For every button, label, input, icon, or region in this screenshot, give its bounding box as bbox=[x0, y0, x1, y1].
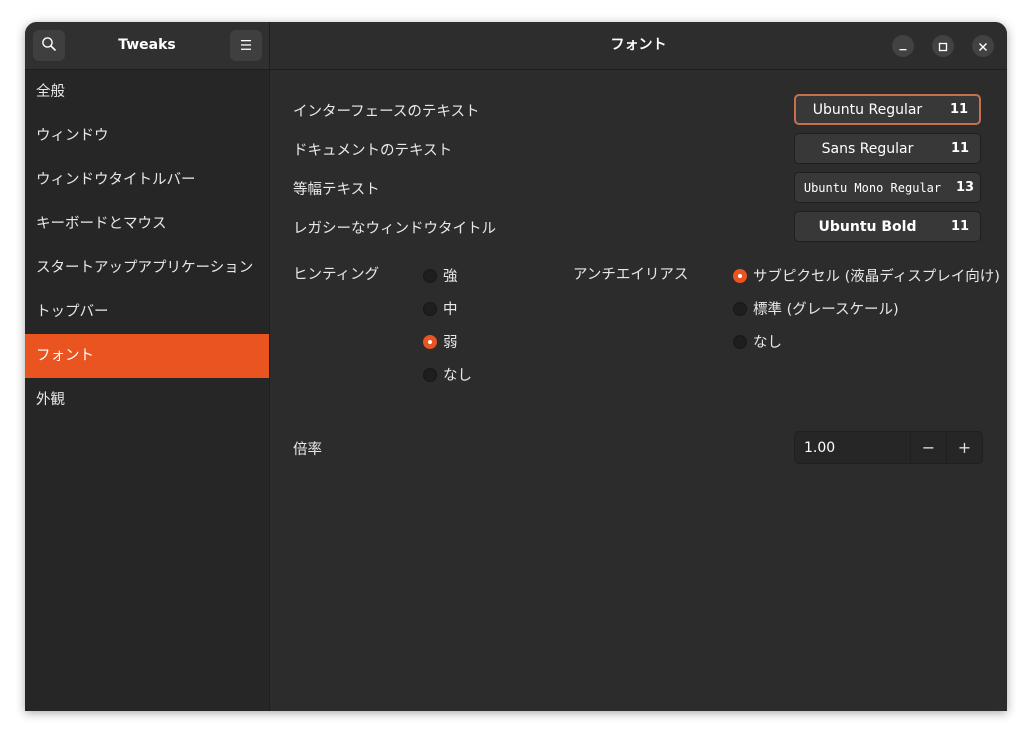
hinting-option-label: 弱 bbox=[443, 335, 458, 351]
app-title: Tweaks bbox=[118, 37, 176, 53]
legacy-title-font-name: Ubuntu Bold bbox=[818, 218, 917, 235]
legacy-title-font-size: 11 bbox=[950, 219, 970, 234]
search-button[interactable] bbox=[33, 30, 65, 61]
radio-button[interactable] bbox=[423, 301, 437, 316]
radio-button-selected[interactable] bbox=[733, 268, 747, 283]
document-font-button[interactable]: Sans Regular 11 bbox=[794, 133, 981, 164]
antialiasing-option-label: 標準 (グレースケール) bbox=[753, 302, 899, 318]
legacy-title-label: レガシーなウィンドウタイトル bbox=[293, 221, 496, 237]
sidebar-item-appearance[interactable]: 外観 bbox=[25, 378, 269, 422]
monospace-font-button[interactable]: Ubuntu Mono Regular 13 bbox=[794, 172, 981, 203]
radio-button[interactable] bbox=[733, 334, 747, 349]
document-font-name: Sans Regular bbox=[821, 140, 914, 157]
monospace-font-size: 13 bbox=[955, 180, 975, 195]
antialiasing-option-label: サブピクセル (液晶ディスプレイ向け) bbox=[753, 269, 1000, 285]
close-icon bbox=[978, 37, 988, 56]
interface-font-size: 11 bbox=[949, 102, 969, 117]
sidebar-item-top-bar[interactable]: トップバー bbox=[25, 290, 269, 334]
content-header: フォント bbox=[270, 22, 1007, 69]
close-button[interactable] bbox=[972, 35, 994, 57]
sidebar-item-windows[interactable]: ウィンドウ bbox=[25, 114, 269, 158]
sidebar-item-fonts[interactable]: フォント bbox=[25, 334, 269, 378]
hamburger-menu-icon bbox=[239, 36, 253, 55]
scaling-factor-input[interactable]: 1.00 bbox=[795, 440, 910, 456]
sidebar-header: Tweaks bbox=[25, 22, 270, 69]
maximize-button[interactable] bbox=[932, 35, 954, 57]
interface-text-label: インターフェースのテキスト bbox=[293, 104, 480, 120]
radio-button[interactable] bbox=[423, 367, 437, 382]
sidebar: 全般 ウィンドウ ウィンドウタイトルバー キーボードとマウス スタートアップアプ… bbox=[25, 70, 270, 711]
antialiasing-option-label: なし bbox=[753, 335, 782, 351]
decrement-button[interactable]: − bbox=[910, 432, 946, 463]
hinting-option-full[interactable]: 強 bbox=[423, 265, 458, 286]
radio-button[interactable] bbox=[423, 268, 437, 283]
search-icon bbox=[41, 36, 57, 56]
hinting-option-label: 中 bbox=[443, 302, 458, 318]
antialiasing-label: アンチエイリアス bbox=[573, 267, 689, 283]
minimize-button[interactable] bbox=[892, 35, 914, 57]
maximize-icon bbox=[938, 37, 948, 56]
hinting-option-slight[interactable]: 弱 bbox=[423, 331, 458, 352]
monospace-text-label: 等幅テキスト bbox=[293, 182, 380, 198]
menu-button[interactable] bbox=[230, 30, 262, 61]
header-bar: Tweaks フォント bbox=[25, 22, 1007, 69]
hinting-option-medium[interactable]: 中 bbox=[423, 298, 458, 319]
scaling-factor-spinbutton: 1.00 − + bbox=[794, 431, 983, 464]
scaling-factor-label: 倍率 bbox=[293, 442, 322, 458]
sidebar-item-keyboard-mouse[interactable]: キーボードとマウス bbox=[25, 202, 269, 246]
tweaks-window: Tweaks フォント 全般 ウィンドウ ウィンドウタイトルバー キーボードとマ… bbox=[25, 22, 1007, 711]
monospace-font-name: Ubuntu Mono Regular bbox=[803, 180, 942, 195]
sidebar-item-startup-applications[interactable]: スタートアップアプリケーション bbox=[25, 246, 269, 290]
sidebar-item-general[interactable]: 全般 bbox=[25, 70, 269, 114]
interface-font-button[interactable]: Ubuntu Regular 11 bbox=[794, 94, 981, 125]
radio-button-selected[interactable] bbox=[423, 334, 437, 349]
antialiasing-option-grayscale[interactable]: 標準 (グレースケール) bbox=[733, 298, 899, 319]
document-font-size: 11 bbox=[950, 141, 970, 156]
hinting-option-label: なし bbox=[443, 368, 472, 384]
sidebar-item-window-titlebars[interactable]: ウィンドウタイトルバー bbox=[25, 158, 269, 202]
hinting-option-label: 強 bbox=[443, 269, 458, 285]
legacy-title-font-button[interactable]: Ubuntu Bold 11 bbox=[794, 211, 981, 242]
antialiasing-option-subpixel[interactable]: サブピクセル (液晶ディスプレイ向け) bbox=[733, 265, 1000, 286]
document-text-label: ドキュメントのテキスト bbox=[293, 143, 453, 159]
minimize-icon bbox=[898, 37, 908, 56]
interface-font-name: Ubuntu Regular bbox=[812, 101, 923, 118]
increment-button[interactable]: + bbox=[946, 432, 982, 463]
antialiasing-option-none[interactable]: なし bbox=[733, 331, 782, 352]
hinting-option-none[interactable]: なし bbox=[423, 364, 472, 385]
fonts-panel: インターフェースのテキスト Ubuntu Regular 11 ドキュメントのテ… bbox=[270, 70, 1007, 711]
radio-button[interactable] bbox=[733, 301, 747, 316]
hinting-label: ヒンティング bbox=[293, 267, 380, 283]
